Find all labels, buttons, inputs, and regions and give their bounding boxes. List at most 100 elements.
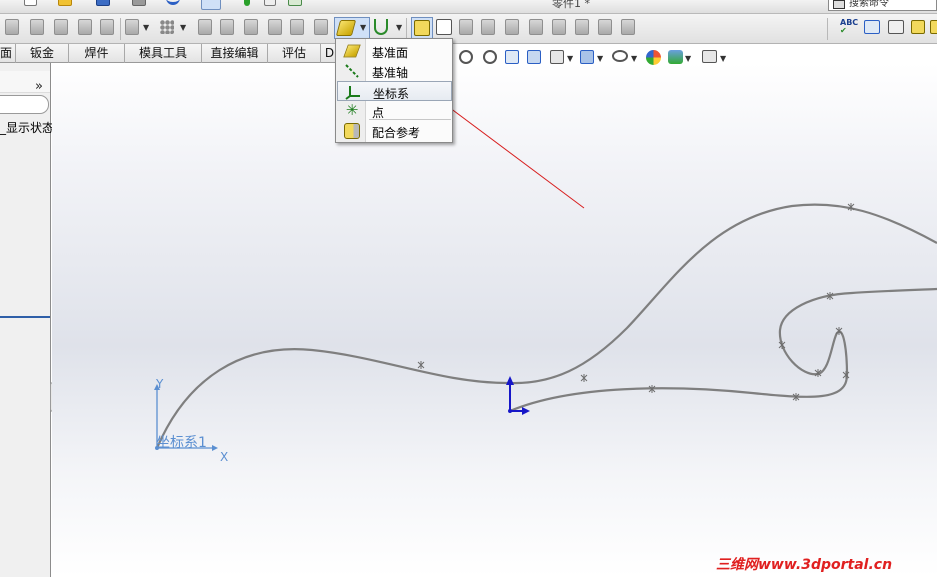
chevron-down-icon[interactable]: ▼ [597, 54, 603, 63]
feature-icon[interactable] [598, 19, 612, 35]
fillet-icon[interactable] [125, 19, 139, 35]
reference-geometry-menu: 基准面 基准轴 坐标系 ✳ 点 配合参考 [335, 38, 453, 143]
coordinate-system-label: 坐标系1 [156, 435, 207, 451]
measure-icon[interactable] [864, 20, 880, 34]
previous-view-icon[interactable] [505, 50, 519, 64]
feature-icon[interactable] [459, 19, 473, 35]
apply-scene-icon[interactable] [668, 50, 683, 64]
chevron-down-icon[interactable]: ▼ [396, 23, 402, 32]
linear-pattern-icon[interactable] [160, 20, 174, 34]
toolbar-separator [406, 18, 407, 40]
tab-label: 焊件 [84, 46, 109, 60]
chevron-down-icon[interactable]: ▼ [180, 23, 186, 32]
filter-field[interactable] [0, 95, 49, 114]
display-state-label: _显示状态 [0, 121, 55, 135]
menu-item-mate-reference[interactable]: 配合参考 [337, 121, 452, 141]
zoom-to-area-icon[interactable] [483, 50, 497, 64]
wrap-icon[interactable] [268, 19, 282, 35]
view-orientation-icon[interactable] [550, 50, 564, 64]
search-commands-field[interactable]: 搜索命令 [828, 0, 937, 11]
traffic-light-icon[interactable] [244, 0, 250, 6]
file-properties-icon[interactable] [264, 0, 276, 6]
coordinate-system-icon [345, 86, 360, 100]
print-icon[interactable] [132, 0, 146, 6]
axis-y-label: Y [155, 377, 164, 391]
feature-icon[interactable] [505, 19, 519, 35]
undo-icon[interactable] [166, 0, 180, 5]
graphics-area[interactable]: Y X 坐标系1 ▼ ▼ ▼ ▼ ▼ [52, 50, 937, 577]
chevron-down-icon[interactable]: ▼ [567, 54, 573, 63]
section-properties-icon[interactable] [911, 20, 925, 34]
feature-icon[interactable] [529, 19, 543, 35]
mate-reference-icon [344, 123, 360, 139]
menu-item-point[interactable]: ✳ 点 [337, 101, 452, 121]
chevron-down-icon[interactable]: ▼ [685, 54, 691, 63]
tab-label: 钣金 [29, 46, 54, 60]
menu-item-label: 基准面 [372, 46, 409, 60]
spline-curve[interactable] [509, 287, 937, 413]
tab-weldments[interactable]: 焊件 [69, 44, 125, 63]
tab-mold-tools[interactable]: 模具工具 [125, 44, 202, 63]
chevron-down-icon[interactable]: ▼ [143, 23, 149, 32]
extrude-boss-icon[interactable] [5, 19, 19, 35]
toolbar-separator [120, 18, 121, 40]
open-folder-icon[interactable] [58, 0, 72, 6]
loft-icon[interactable] [78, 19, 92, 35]
graphics-canvas: Y X 坐标系1 [154, 89, 937, 464]
chevron-down-icon[interactable]: ▼ [720, 54, 726, 63]
display-style-icon[interactable] [580, 50, 594, 64]
spline-points [417, 203, 855, 401]
menu-item-axis[interactable]: 基准轴 [337, 61, 452, 81]
zoom-to-fit-icon[interactable] [459, 50, 473, 64]
draft-icon[interactable] [220, 19, 234, 35]
hide-show-items-icon[interactable] [612, 50, 628, 62]
menu-item-label: 坐标系 [373, 87, 410, 101]
chevron-down-icon[interactable]: ▼ [631, 54, 637, 63]
axis-icon [345, 64, 359, 78]
boundary-icon[interactable] [100, 19, 114, 35]
mass-properties-icon[interactable] [888, 20, 904, 34]
rib-icon[interactable] [198, 19, 212, 35]
toolbar-separator [827, 18, 828, 40]
watermark: 三维网www.3dportal.cn [716, 557, 893, 573]
chevron-down-icon: ▼ [360, 23, 367, 32]
command-manager-tabs: 面 钣金 焊件 模具工具 直接编辑 评估 D [0, 44, 338, 63]
save-icon[interactable] [96, 0, 110, 6]
search-icon [833, 0, 845, 9]
dome-icon[interactable] [290, 19, 304, 35]
tab-label: 直接编辑 [210, 46, 259, 60]
tab-evaluate[interactable]: 评估 [268, 44, 321, 63]
axis-x-label: X [220, 450, 228, 464]
tab-label: 面 [0, 46, 13, 60]
expand-panel-button[interactable]: » [35, 79, 43, 94]
sweep-icon[interactable] [54, 19, 68, 35]
mirror-icon[interactable] [314, 19, 328, 35]
menu-item-label: 配合参考 [372, 126, 421, 140]
sketch-icon[interactable] [436, 19, 452, 35]
feature-icon[interactable] [575, 19, 589, 35]
tab-sheet-metal[interactable]: 钣金 [16, 44, 69, 63]
tab-surfaces[interactable]: 面 [0, 44, 16, 63]
select-icon[interactable] [201, 0, 221, 10]
feature-manager-panel: » _显示状态 [0, 63, 55, 577]
spell-check-icon[interactable]: ABC ✔ [840, 19, 858, 35]
shell-icon[interactable] [244, 19, 258, 35]
menu-item-coordinate-system[interactable]: 坐标系 [337, 81, 452, 101]
revolve-icon[interactable] [30, 19, 44, 35]
section-view-icon[interactable] [527, 50, 541, 64]
spline-curve[interactable] [155, 203, 937, 449]
feature-icon[interactable] [552, 19, 566, 35]
view-settings-icon[interactable] [702, 50, 717, 63]
feature-icon[interactable] [481, 19, 495, 35]
edit-appearance-icon[interactable] [646, 50, 661, 65]
feature-icon[interactable] [621, 19, 635, 35]
menu-item-label: 点 [372, 106, 385, 120]
panel-header: » [0, 71, 50, 94]
options-icon[interactable] [288, 0, 302, 6]
new-document-icon[interactable] [24, 0, 37, 6]
tab-direct-editing[interactable]: 直接编辑 [202, 44, 268, 63]
point-icon: ✳ [345, 101, 359, 119]
menu-item-plane[interactable]: 基准面 [337, 41, 452, 61]
curves-icon[interactable] [374, 19, 388, 35]
check-icon[interactable] [930, 20, 937, 34]
